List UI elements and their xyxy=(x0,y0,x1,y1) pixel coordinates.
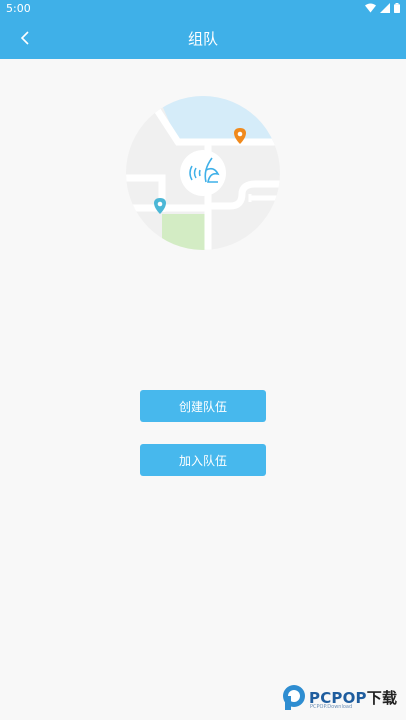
status-bar: 5:00 xyxy=(0,0,406,17)
watermark-suffix: 下载 xyxy=(366,688,398,707)
battery-icon xyxy=(394,3,400,13)
create-team-button[interactable]: 创建队伍 xyxy=(140,390,266,422)
watermark: PCPOP下载 PCPOP.Download xyxy=(282,684,397,710)
team-location-map-icon xyxy=(126,96,280,250)
pcpop-logo-icon xyxy=(283,685,305,710)
status-time: 5:00 xyxy=(6,2,31,15)
signal-icon xyxy=(380,3,390,13)
join-team-button[interactable]: 加入队伍 xyxy=(140,444,266,476)
watermark-sub: PCPOP.Download xyxy=(310,704,353,710)
status-icons xyxy=(365,3,400,13)
wifi-icon xyxy=(365,3,376,13)
app-bar: 组队 xyxy=(0,17,406,59)
page-title: 组队 xyxy=(187,30,218,48)
